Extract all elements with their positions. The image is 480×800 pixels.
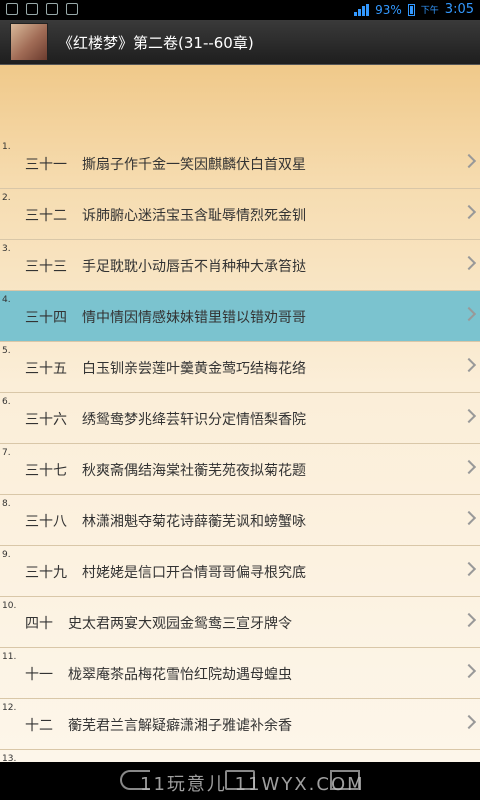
chevron-right-icon bbox=[461, 561, 477, 577]
chapter-number: 三十四 bbox=[25, 310, 67, 326]
clock: 3:05 bbox=[444, 2, 474, 17]
chapter-number: 十一 bbox=[25, 667, 53, 683]
chapter-list-item[interactable]: 9. 三十九 村姥姥是信口开合情哥哥偏寻根究底 bbox=[0, 546, 480, 597]
chapter-list-item[interactable]: 2. 三十二 诉肺腑心迷活宝玉含耻辱情烈死金钏 bbox=[0, 189, 480, 240]
chapter-title: 白玉钏亲尝莲叶羹黄金莺巧结梅花络 bbox=[82, 361, 306, 377]
notification-icon bbox=[66, 3, 78, 15]
app-logo-icon[interactable] bbox=[10, 23, 48, 61]
chapter-index: 9. bbox=[2, 550, 11, 560]
chapter-index: 12. bbox=[2, 703, 17, 713]
chapter-list-item[interactable]: 5. 三十五 白玉钏亲尝莲叶羹黄金莺巧结梅花络 bbox=[0, 342, 480, 393]
chapter-index: 10. bbox=[2, 601, 17, 611]
chapter-list-item[interactable]: 6. 三十六 绣鸳鸯梦兆绛芸轩识分定情悟梨香院 bbox=[0, 393, 480, 444]
chapter-list-container[interactable]: 1. 三十一 撕扇子作千金一笑因麒麟伏白首双星 2. 三十二 诉肺腑心迷活宝玉含耻辱情烈死… bbox=[0, 65, 480, 762]
chapter-index: 1. bbox=[2, 142, 11, 152]
chevron-right-icon bbox=[461, 663, 477, 679]
page-title: 《红楼梦》第二卷(31--60章) bbox=[58, 34, 254, 52]
chevron-right-icon bbox=[461, 306, 477, 322]
chapter-title: 撕扇子作千金一笑因麒麟伏白首双星 bbox=[82, 157, 306, 173]
chapter-list-item[interactable]: 10. 四十 史太君两宴大观园金鸳鸯三宣牙牌令 bbox=[0, 597, 480, 648]
chapter-title: 村姥姥是信口开合情哥哥偏寻根究底 bbox=[82, 565, 306, 581]
chevron-right-icon bbox=[461, 408, 477, 424]
chapter-index: 5. bbox=[2, 346, 11, 356]
chapter-number: 三十九 bbox=[25, 565, 67, 581]
chapter-list-item[interactable]: 8. 三十八 林潇湘魁夺菊花诗薛蘅芜讽和螃蟹咏 bbox=[0, 495, 480, 546]
wifi-icon bbox=[354, 3, 370, 16]
navigation-bar: 11玩意儿 11WYX.COM bbox=[0, 762, 480, 800]
chapter-number: 三十六 bbox=[25, 412, 67, 428]
chapter-title: 秋爽斋偶结海棠社蘅芜苑夜拟菊花题 bbox=[82, 463, 306, 479]
chapter-title: 手足耽耽小动唇舌不肖种种大承笞挞 bbox=[82, 259, 306, 275]
chevron-right-icon bbox=[461, 204, 477, 220]
chapter-index: 11. bbox=[2, 652, 17, 662]
chapter-index: 3. bbox=[2, 244, 11, 254]
chevron-right-icon bbox=[461, 357, 477, 373]
chevron-right-icon bbox=[461, 255, 477, 271]
chevron-right-icon bbox=[461, 510, 477, 526]
status-bar: 93% 下午 3:05 bbox=[0, 0, 480, 20]
battery-icon bbox=[407, 3, 415, 16]
chapter-title: 栊翠庵茶品梅花雪怡红院劫遇母蝗虫 bbox=[68, 667, 292, 683]
chapter-index: 13. bbox=[2, 754, 17, 762]
chapter-title: 史太君两宴大观园金鸳鸯三宣牙牌令 bbox=[68, 616, 292, 632]
ampm-label: 下午 bbox=[420, 6, 439, 16]
chapter-title: 绣鸳鸯梦兆绛芸轩识分定情悟梨香院 bbox=[82, 412, 306, 428]
chapter-index: 2. bbox=[2, 193, 11, 203]
chapter-number: 三十五 bbox=[25, 361, 67, 377]
chapter-title: 林潇湘魁夺菊花诗薛蘅芜讽和螃蟹咏 bbox=[82, 514, 306, 530]
status-indicators: 93% 下午 3:05 bbox=[354, 2, 474, 17]
notification-icons bbox=[6, 3, 78, 15]
chapter-list-item[interactable]: 12. 十二 蘅芜君兰言解疑癖潇湘子雅谑补余香 bbox=[0, 699, 480, 750]
battery-percent: 93% bbox=[375, 2, 402, 17]
chapter-number: 四十 bbox=[25, 616, 53, 632]
chevron-right-icon bbox=[461, 153, 477, 169]
action-bar: 《红楼梦》第二卷(31--60章) bbox=[0, 20, 480, 65]
chapter-title: 蘅芜君兰言解疑癖潇湘子雅谑补余香 bbox=[68, 718, 292, 734]
chapter-number: 三十一 bbox=[25, 157, 67, 173]
chapter-title: 情中情因情感妹妹错里错以错劝哥哥 bbox=[82, 310, 306, 326]
chapter-list-item[interactable]: 4. 三十四 情中情因情感妹妹错里错以错劝哥哥 bbox=[0, 291, 480, 342]
chapter-list-item[interactable]: 3. 三十三 手足耽耽小动唇舌不肖种种大承笞挞 bbox=[0, 240, 480, 291]
chapter-number: 三十三 bbox=[25, 259, 67, 275]
chapter-list-item[interactable]: 13.四十三闲取乐偶攒金庆寿不了情暂撮土为香 bbox=[0, 750, 480, 762]
watermark: 11玩意儿 11WYX.COM bbox=[140, 774, 365, 795]
chevron-right-icon bbox=[461, 459, 477, 475]
chapter-number: 三十八 bbox=[25, 514, 67, 530]
chevron-right-icon bbox=[461, 714, 477, 730]
chapter-number: 三十七 bbox=[25, 463, 67, 479]
chapter-number: 十二 bbox=[25, 718, 53, 734]
usb-icon bbox=[46, 3, 58, 15]
chapter-title: 诉肺腑心迷活宝玉含耻辱情烈死金钏 bbox=[82, 208, 306, 224]
chevron-right-icon bbox=[461, 612, 477, 628]
notification-icon bbox=[6, 3, 18, 15]
chapter-list: 1. 三十一 撕扇子作千金一笑因麒麟伏白首双星 2. 三十二 诉肺腑心迷活宝玉含耻辱情烈死… bbox=[0, 138, 480, 762]
chapter-index: 4. bbox=[2, 295, 11, 305]
chapter-number: 三十二 bbox=[25, 208, 67, 224]
chapter-list-item[interactable]: 11. 十一 栊翠庵茶品梅花雪怡红院劫遇母蝗虫 bbox=[0, 648, 480, 699]
chapter-index: 7. bbox=[2, 448, 11, 458]
chapter-list-item[interactable]: 1. 三十一 撕扇子作千金一笑因麒麟伏白首双星 bbox=[0, 138, 480, 189]
chapter-list-item[interactable]: 7. 三十七 秋爽斋偶结海棠社蘅芜苑夜拟菊花题 bbox=[0, 444, 480, 495]
notification-icon bbox=[26, 3, 38, 15]
chapter-index: 6. bbox=[2, 397, 11, 407]
chapter-index: 8. bbox=[2, 499, 11, 509]
